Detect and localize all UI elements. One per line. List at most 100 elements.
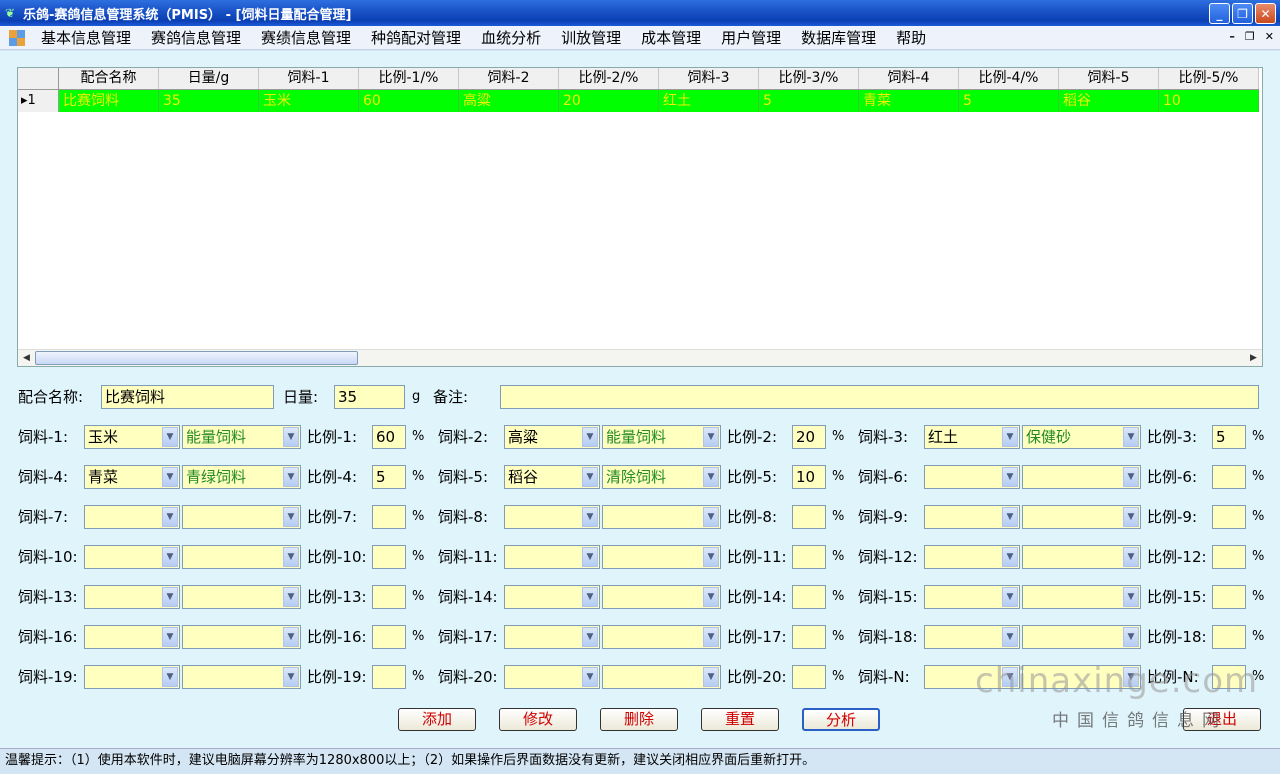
grid-cell[interactable]: 5	[959, 90, 1059, 112]
dropdown-arrow-icon[interactable]: ▼	[162, 627, 178, 647]
dropdown-arrow-icon[interactable]: ▼	[283, 627, 299, 647]
delete-button[interactable]: 删除	[600, 708, 678, 731]
grid-cell[interactable]: 5	[759, 90, 859, 112]
grid-col-header[interactable]: 饲料-2	[459, 68, 559, 89]
dropdown-arrow-icon[interactable]: ▼	[1123, 467, 1139, 487]
mdi-restore-button[interactable]: ❐	[1245, 30, 1255, 43]
feed-category-select[interactable]: ▼	[182, 585, 301, 609]
dropdown-arrow-icon[interactable]: ▼	[1002, 547, 1018, 567]
mdi-close-button[interactable]: ✕	[1265, 30, 1274, 43]
feed-select[interactable]: ▼	[924, 545, 1020, 569]
scroll-thumb[interactable]	[35, 351, 358, 365]
feed-category-select[interactable]: ▼	[182, 665, 301, 689]
feed-category-select[interactable]: ▼	[602, 545, 721, 569]
grid-cell[interactable]: 青菜	[859, 90, 959, 112]
menu-race-results[interactable]: 赛绩信息管理	[251, 27, 361, 48]
ratio-input[interactable]: 5	[1212, 425, 1246, 449]
feed-select[interactable]: 青菜 ▼	[84, 465, 180, 489]
ratio-input[interactable]	[1212, 545, 1246, 569]
dropdown-arrow-icon[interactable]: ▼	[1123, 547, 1139, 567]
dropdown-arrow-icon[interactable]: ▼	[582, 427, 598, 447]
menu-help[interactable]: 帮助	[886, 27, 936, 48]
mdi-minimize-button[interactable]: –	[1229, 30, 1235, 43]
title-bar[interactable]: ❦ 乐鸽-赛鸽信息管理系统（PMIS） - [饲料日量配合管理] _ ❐ ✕	[0, 0, 1280, 26]
feed-select[interactable]: ▼	[924, 625, 1020, 649]
menu-database[interactable]: 数据库管理	[791, 27, 886, 48]
ratio-input[interactable]	[792, 625, 826, 649]
feed-select[interactable]: ▼	[84, 585, 180, 609]
feed-category-select[interactable]: ▼	[602, 665, 721, 689]
feed-category-select[interactable]: ▼	[602, 585, 721, 609]
grid-cell[interactable]: 60	[359, 90, 459, 112]
feed-select[interactable]: ▼	[504, 585, 600, 609]
scroll-left-icon[interactable]: ◀	[19, 351, 34, 366]
grid-col-header[interactable]: 比例-3/%	[759, 68, 859, 89]
grid-cell[interactable]: 35	[159, 90, 259, 112]
feed-category-select[interactable]: ▼	[1022, 545, 1141, 569]
dropdown-arrow-icon[interactable]: ▼	[162, 427, 178, 447]
grid-cell[interactable]: 红土	[659, 90, 759, 112]
reset-button[interactable]: 重置	[701, 708, 779, 731]
feed-select[interactable]: ▼	[504, 505, 600, 529]
menu-basic-info[interactable]: 基本信息管理	[31, 27, 141, 48]
ratio-input[interactable]	[792, 585, 826, 609]
dropdown-arrow-icon[interactable]: ▼	[703, 587, 719, 607]
ratio-input[interactable]: 10	[792, 465, 826, 489]
restore-button[interactable]: ❐	[1232, 3, 1253, 24]
dropdown-arrow-icon[interactable]: ▼	[703, 667, 719, 687]
dropdown-arrow-icon[interactable]: ▼	[162, 547, 178, 567]
dropdown-arrow-icon[interactable]: ▼	[582, 627, 598, 647]
daily-amount-input[interactable]: 35	[334, 385, 405, 409]
ratio-input[interactable]: 20	[792, 425, 826, 449]
row-header[interactable]: ▸1	[18, 90, 59, 112]
mix-name-input[interactable]: 比赛饲料	[101, 385, 274, 409]
grid-cell[interactable]: 玉米	[259, 90, 359, 112]
grid-cell[interactable]: 比赛饲料	[59, 90, 159, 112]
grid-col-header[interactable]: 饲料-5	[1059, 68, 1159, 89]
feed-category-select[interactable]: 保健砂 ▼	[1022, 425, 1141, 449]
dropdown-arrow-icon[interactable]: ▼	[283, 667, 299, 687]
dropdown-arrow-icon[interactable]: ▼	[1002, 467, 1018, 487]
ratio-input[interactable]: 60	[372, 425, 406, 449]
feed-select[interactable]: 红土 ▼	[924, 425, 1020, 449]
grid-col-header[interactable]: 饲料-3	[659, 68, 759, 89]
grid-col-header[interactable]: 饲料-4	[859, 68, 959, 89]
dropdown-arrow-icon[interactable]: ▼	[1123, 587, 1139, 607]
ratio-input[interactable]	[372, 545, 406, 569]
feed-select[interactable]: ▼	[924, 585, 1020, 609]
feed-select[interactable]: ▼	[504, 625, 600, 649]
ratio-input[interactable]	[1212, 585, 1246, 609]
grid-cell[interactable]: 稻谷	[1059, 90, 1159, 112]
dropdown-arrow-icon[interactable]: ▼	[283, 587, 299, 607]
dropdown-arrow-icon[interactable]: ▼	[162, 587, 178, 607]
feed-category-select[interactable]: ▼	[602, 505, 721, 529]
feed-category-select[interactable]: ▼	[182, 505, 301, 529]
feed-select[interactable]: 稻谷 ▼	[504, 465, 600, 489]
mdi-child-icon[interactable]	[9, 29, 25, 46]
grid-col-header[interactable]: 日量/g	[159, 68, 259, 89]
grid-col-header[interactable]: 比例-4/%	[959, 68, 1059, 89]
dropdown-arrow-icon[interactable]: ▼	[162, 467, 178, 487]
ratio-input[interactable]	[1212, 465, 1246, 489]
dropdown-arrow-icon[interactable]: ▼	[1123, 507, 1139, 527]
edit-button[interactable]: 修改	[499, 708, 577, 731]
analyze-button[interactable]: 分析	[802, 708, 880, 731]
dropdown-arrow-icon[interactable]: ▼	[283, 427, 299, 447]
feed-select[interactable]: 玉米 ▼	[84, 425, 180, 449]
dropdown-arrow-icon[interactable]: ▼	[582, 467, 598, 487]
dropdown-arrow-icon[interactable]: ▼	[703, 427, 719, 447]
ratio-input[interactable]	[1212, 625, 1246, 649]
dropdown-arrow-icon[interactable]: ▼	[703, 467, 719, 487]
ratio-input[interactable]: 5	[372, 465, 406, 489]
menu-pedigree[interactable]: 血统分析	[471, 27, 551, 48]
feed-select[interactable]: ▼	[924, 465, 1020, 489]
ratio-input[interactable]	[372, 505, 406, 529]
grid-col-header[interactable]: 比例-1/%	[359, 68, 459, 89]
dropdown-arrow-icon[interactable]: ▼	[283, 467, 299, 487]
grid-col-header[interactable]: 配合名称	[59, 68, 159, 89]
feed-select[interactable]: ▼	[84, 545, 180, 569]
dropdown-arrow-icon[interactable]: ▼	[582, 667, 598, 687]
grid-cell[interactable]: 20	[559, 90, 659, 112]
menu-pigeon-info[interactable]: 赛鸽信息管理	[141, 27, 251, 48]
add-button[interactable]: 添加	[398, 708, 476, 731]
